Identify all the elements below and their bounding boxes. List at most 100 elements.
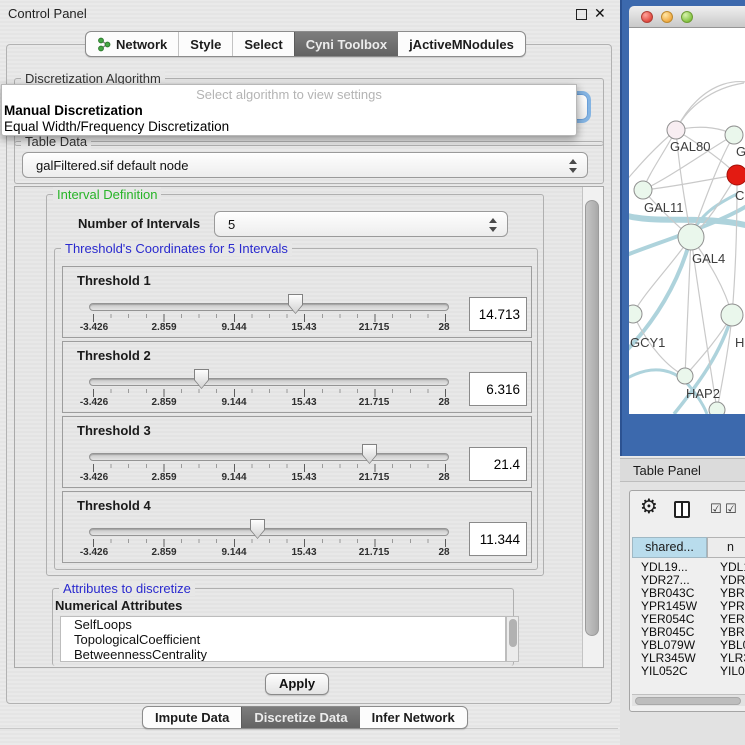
slider-major-ticks [93, 389, 446, 397]
tab-discretize-data[interactable]: Discretize Data [241, 707, 359, 728]
slider-thumb[interactable] [194, 369, 209, 389]
threshold-4-slider[interactable]: -3.426 2.859 9.144 15.43 21.715 28 [63, 516, 463, 560]
combo-stepper-icon [489, 217, 498, 233]
combo-stepper-icon [569, 158, 578, 174]
node-gal80[interactable] [667, 121, 685, 139]
slider-major-ticks [93, 539, 446, 547]
slider-major-ticks [93, 464, 446, 472]
threshold-3-slider[interactable]: -3.426 2.859 9.144 15.43 21.715 28 [63, 441, 463, 485]
control-panel-title: Control Panel [8, 6, 87, 21]
tab-select[interactable]: Select [232, 32, 293, 56]
slider-track[interactable] [89, 378, 449, 386]
svg-text:C: C [735, 188, 744, 203]
table-settings-gear-icon[interactable]: ⚙ [640, 497, 658, 517]
threshold-2-slider[interactable]: -3.426 2.859 9.144 15.43 21.715 28 [63, 366, 463, 410]
interval-definition-legend: Interval Definition [53, 187, 161, 202]
node-hap2[interactable] [677, 368, 693, 384]
svg-text:GAL80: GAL80 [670, 139, 710, 154]
table-data-legend: Table Data [21, 134, 91, 149]
list-item-betweennesscentrality[interactable]: BetweennessCentrality [61, 647, 505, 662]
tab-impute-data[interactable]: Impute Data [143, 707, 241, 728]
svg-text:GA: GA [736, 144, 745, 159]
algorithm-dropdown-popup: Select algorithm to view settings Manual… [1, 84, 577, 136]
tab-jactivemnodules[interactable]: jActiveMNodules [398, 32, 525, 56]
node-top-right[interactable] [725, 126, 743, 144]
slider-track[interactable] [89, 453, 449, 461]
dropdown-option-manual[interactable]: Manual Discretization [4, 103, 143, 118]
threshold-2-block: Threshold 2 -3.426 2.859 9.144 15.43 21.… [62, 341, 532, 413]
table-panel-title: Table Panel [633, 463, 701, 478]
number-of-intervals-label: Number of Intervals [78, 216, 200, 231]
svg-text:GAL4: GAL4 [692, 251, 725, 266]
settings-scrollbar-thumb[interactable] [585, 200, 599, 636]
column-view-icon[interactable] [674, 501, 690, 518]
threshold-1-slider[interactable]: -3.426 2.859 9.144 15.43 21.715 28 [63, 291, 463, 335]
tab-network-label: Network [116, 37, 167, 52]
table-horizontal-scrollbar[interactable] [632, 694, 745, 706]
slider-track[interactable] [89, 528, 449, 536]
column-header-shared-name[interactable]: shared... [632, 537, 707, 558]
checkbox-icon[interactable]: ☑ [710, 502, 722, 515]
tab-infer-network[interactable]: Infer Network [360, 707, 467, 728]
tab-style[interactable]: Style [178, 32, 232, 56]
numerical-attributes-list: SelfLoops TopologicalCoefficient Between… [60, 616, 506, 662]
svg-text:GCY1: GCY1 [630, 335, 665, 350]
svg-text:HAP2: HAP2 [686, 386, 720, 401]
network-window-titlebar[interactable] [629, 6, 745, 28]
thresholds-legend: Threshold's Coordinates for 5 Intervals [61, 241, 292, 256]
slider-thumb[interactable] [362, 444, 377, 464]
app-root: Control Panel ✕ Network Style Select Cyn… [0, 0, 745, 745]
table-data-value: galFiltered.sif default node [36, 158, 188, 173]
threshold-1-block: Threshold 1 -3.426 2.859 9.144 15.43 21.… [62, 266, 532, 338]
node-selected-red[interactable] [727, 165, 745, 185]
column-header-name[interactable]: n [707, 537, 745, 558]
close-traffic-light-icon[interactable] [641, 11, 653, 23]
attributes-list-scrollbar[interactable] [506, 616, 519, 662]
threshold-4-value-field[interactable] [469, 522, 527, 556]
window-float-icon[interactable] [576, 9, 587, 20]
checkbox-icon[interactable]: ☑ [725, 502, 737, 515]
node-table-card: ⚙ ☑ ☑ shared... n YDL19...YDL1 YDR27...Y… [629, 490, 745, 712]
zoom-traffic-light-icon[interactable] [681, 11, 693, 23]
control-panel-tabbar: Network Style Select Cyni Toolbox jActiv… [85, 31, 526, 57]
slider-major-ticks [93, 314, 446, 322]
apply-button[interactable]: Apply [265, 673, 329, 695]
dropdown-prompt-item: Select algorithm to view settings [2, 87, 576, 102]
attributes-list-scrollbar-thumb[interactable] [509, 619, 517, 647]
tab-cyni-toolbox[interactable]: Cyni Toolbox [294, 32, 398, 56]
slider-thumb[interactable] [288, 294, 303, 314]
control-panel-titlebar: Control Panel ✕ [0, 0, 618, 26]
tab-network[interactable]: Network [86, 32, 178, 56]
list-item-topologicalcoefficient[interactable]: TopologicalCoefficient [61, 632, 505, 647]
slider-thumb[interactable] [250, 519, 265, 539]
slider-track[interactable] [89, 303, 449, 311]
threshold-3-value-field[interactable] [469, 447, 527, 481]
table-header-row: shared... n [632, 537, 745, 558]
number-of-intervals-value: 5 [228, 217, 235, 232]
node-gal4[interactable] [678, 224, 704, 250]
table-panel-titlebar: Table Panel [620, 458, 745, 482]
number-of-intervals-combobox[interactable]: 5 [214, 211, 508, 237]
threshold-2-value-field[interactable] [469, 372, 527, 406]
threshold-3-title: Threshold 3 [77, 423, 151, 438]
dropdown-option-equal-width[interactable]: Equal Width/Frequency Discretization [4, 119, 229, 134]
threshold-1-value-field[interactable] [469, 297, 527, 331]
threshold-4-title: Threshold 4 [77, 498, 151, 513]
list-item-selfloops[interactable]: SelfLoops [61, 617, 505, 632]
node-bottom-partial[interactable] [709, 402, 725, 414]
svg-text:GAL11: GAL11 [644, 200, 684, 215]
node-h[interactable] [721, 304, 743, 326]
node-gcy1[interactable] [629, 305, 642, 323]
threshold-4-block: Threshold 4 -3.426 2.859 9.144 15.43 21.… [62, 491, 532, 563]
network-view-canvas[interactable]: GAL80 GA C GAL11 GAL4 GCY1 H HAP2 [629, 28, 745, 414]
threshold-3-block: Threshold 3 -3.426 2.859 9.144 15.43 21.… [62, 416, 532, 488]
numerical-attributes-label: Numerical Attributes [55, 598, 182, 613]
table-data-combobox[interactable]: galFiltered.sif default node [22, 152, 588, 178]
threshold-2-title: Threshold 2 [77, 348, 151, 363]
table-horizontal-scrollbar-thumb[interactable] [635, 697, 741, 705]
minimize-traffic-light-icon[interactable] [661, 11, 673, 23]
window-close-icon[interactable]: ✕ [594, 5, 606, 22]
node-gal11[interactable] [634, 181, 652, 199]
bottom-tabbar: Impute Data Discretize Data Infer Networ… [142, 706, 468, 729]
threshold-1-title: Threshold 1 [77, 273, 151, 288]
